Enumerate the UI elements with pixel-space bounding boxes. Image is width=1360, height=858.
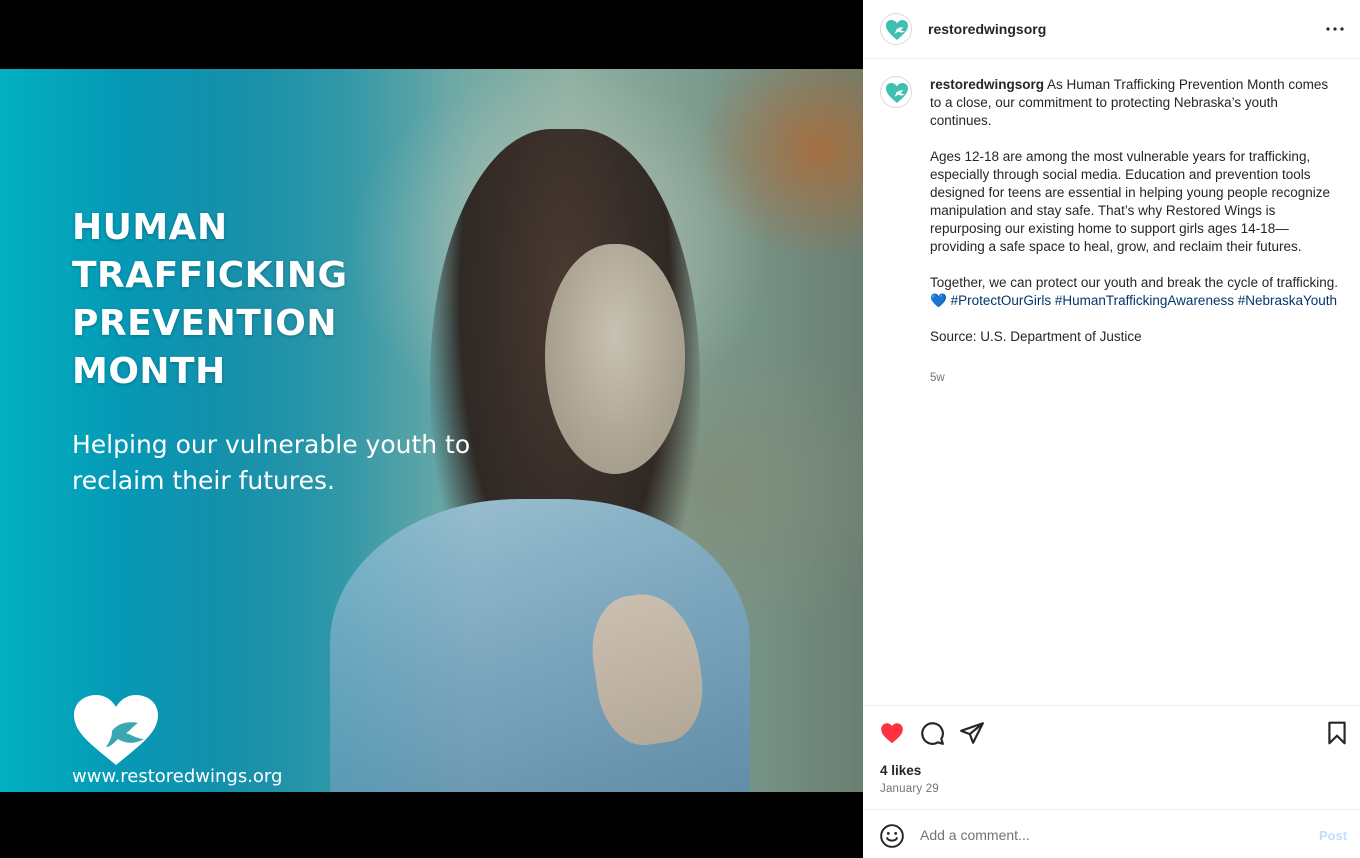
comment-icon[interactable] (919, 720, 945, 746)
likes-count[interactable]: 4 likes (880, 763, 921, 778)
media-subtitle: Helping our vulnerable youth to reclaim … (72, 430, 471, 495)
media-title: HUMAN TRAFFICKING PREVENTION MONTH (72, 207, 348, 392)
blue-heart-emoji: 💙 (930, 293, 947, 308)
heart-dove-icon (886, 20, 908, 40)
avatar[interactable] (880, 13, 912, 45)
post-sidebar: restoredwingsorg restoredwingsorg As Hum… (863, 0, 1360, 858)
caption-area: restoredwingsorg As Human Trafficking Pr… (863, 60, 1360, 705)
post-time[interactable]: 5w (930, 372, 945, 384)
heart-dove-icon (72, 693, 160, 767)
hashtag-link[interactable]: #NebraskaYouth (1238, 293, 1337, 308)
post-date[interactable]: January 29 (880, 783, 939, 795)
heart-dove-icon (886, 83, 908, 103)
post-media: HUMAN TRAFFICKING PREVENTION MONTH Helpi… (0, 0, 863, 858)
caption-source: Source: U.S. Department of Justice (930, 329, 1142, 344)
media-url: www.restoredwings.org (72, 766, 283, 787)
caption-text: restoredwingsorg As Human Trafficking Pr… (930, 76, 1340, 364)
post-actions: 4 likes January 29 (863, 705, 1360, 809)
comment-bar: Post (863, 809, 1360, 858)
emoji-icon[interactable] (879, 823, 905, 849)
header-username[interactable]: restoredwingsorg (928, 21, 1046, 37)
share-icon[interactable] (959, 720, 985, 746)
hashtag-link[interactable]: #HumanTraffickingAwareness (1055, 293, 1234, 308)
caption-paragraph-2: Ages 12-18 are among the most vulnerable… (930, 149, 1331, 254)
avatar[interactable] (880, 76, 912, 108)
caption-paragraph-3: Together, we can protect our youth and b… (930, 275, 1338, 290)
like-heart-icon[interactable] (879, 720, 905, 746)
comment-input[interactable] (920, 824, 1300, 846)
post-comment-button[interactable]: Post (1319, 828, 1347, 843)
caption-username[interactable]: restoredwingsorg (930, 77, 1044, 92)
post-image[interactable]: HUMAN TRAFFICKING PREVENTION MONTH Helpi… (0, 69, 863, 792)
more-options-icon[interactable] (1323, 17, 1347, 41)
bookmark-icon[interactable] (1324, 720, 1350, 746)
post-header: restoredwingsorg (863, 0, 1360, 59)
hashtag-link[interactable]: #ProtectOurGirls (951, 293, 1052, 308)
